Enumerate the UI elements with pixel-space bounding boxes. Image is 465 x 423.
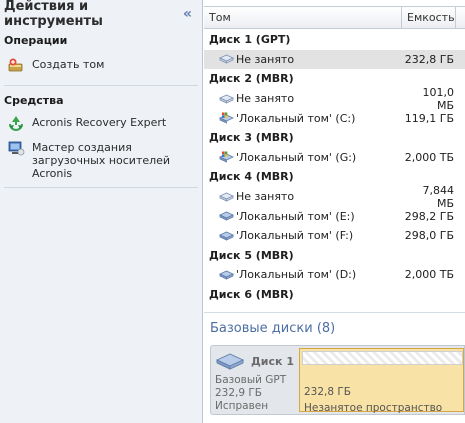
partition-label: Незанятое пространство bbox=[304, 402, 443, 414]
volume-row[interactable]: 'Локальный том' (F:) 298,0 ГБ bbox=[204, 226, 465, 246]
volume-row[interactable]: 'Локальный том' (D:) 2,000 ТБ bbox=[204, 265, 465, 285]
column-header-capacity[interactable]: Емкость bbox=[402, 7, 456, 28]
basic-disks-title: Базовые диски (8) bbox=[210, 321, 336, 336]
create-volume-icon bbox=[8, 58, 23, 72]
column-header-volume[interactable]: Том bbox=[204, 7, 402, 28]
volume-name: 'Локальный том' (F:) bbox=[236, 229, 354, 243]
volume-capacity: 2,000 ТБ bbox=[404, 150, 454, 164]
disk-map-card[interactable]: Диск 1 Базовый GPT 232,9 ГБ Исправен 232… bbox=[210, 345, 465, 415]
volume-name-cell: 'Локальный том' (E:) bbox=[219, 210, 402, 223]
operations-heading: Операции bbox=[4, 33, 68, 47]
unallocated-icon bbox=[219, 191, 234, 203]
recovery-expert-icon bbox=[9, 116, 23, 131]
volume-icon bbox=[219, 230, 234, 242]
disk-status: Исправен bbox=[215, 400, 269, 412]
volume-list[interactable]: Диск 1 (GPT) Не занято 232,8 ГБ Диск 2 (MBR… bbox=[204, 30, 465, 306]
actions-sidebar: Действия и инструменты « Операции Создат… bbox=[0, 0, 203, 423]
unallocated-icon bbox=[219, 53, 234, 65]
disk-group-header[interactable]: Диск 6 (MBR) bbox=[204, 285, 465, 305]
volume-name: 'Локальный том' (D:) bbox=[236, 268, 357, 282]
volume-icon bbox=[219, 210, 234, 222]
volume-name-cell: 'Локальный том' (G:) bbox=[219, 151, 402, 164]
recovery-expert-action[interactable]: Acronis Recovery Expert bbox=[0, 114, 202, 132]
volume-name: 'Локальный том' (C:) bbox=[236, 111, 356, 125]
bootable-media-builder-action[interactable]: Мастер создания загрузочных носителей Ac… bbox=[0, 139, 202, 180]
section-divider bbox=[204, 312, 465, 313]
volume-name-cell: Не занято bbox=[219, 92, 402, 105]
volume-name-cell: 'Локальный том' (C:) bbox=[219, 112, 402, 125]
volume-row[interactable]: 'Локальный том' (E:) 298,2 ГБ bbox=[204, 206, 465, 226]
disk-info: Диск 1 Базовый GPT 232,9 ГБ Исправен bbox=[211, 346, 299, 414]
disk-name: Диск 1 bbox=[251, 355, 294, 368]
unallocated-icon bbox=[219, 93, 234, 105]
volume-row[interactable]: Не занято 232,8 ГБ bbox=[204, 49, 465, 70]
disk-type: Базовый GPT bbox=[215, 374, 287, 386]
disk-group-header[interactable]: Диск 1 (GPT) bbox=[204, 30, 465, 50]
hard-disk-icon bbox=[215, 353, 245, 370]
volume-name-cell: 'Локальный том' (D:) bbox=[219, 268, 402, 281]
volume-name: 'Локальный том' (G:) bbox=[236, 150, 357, 164]
volume-capacity: 298,0 ГБ bbox=[404, 229, 454, 243]
volume-capacity: 2,000 ТБ bbox=[404, 268, 454, 282]
disk-size: 232,9 ГБ bbox=[215, 387, 263, 399]
bootable-media-builder-label: Мастер создания загрузочных носителей Ac… bbox=[32, 141, 171, 180]
volume-name: Не занято bbox=[236, 92, 295, 106]
volume-name: 'Локальный том' (E:) bbox=[236, 209, 355, 223]
unallocated-partition-block[interactable]: 232,8 ГБ Незанятое пространство bbox=[299, 348, 464, 414]
volume-name-cell: Не занято bbox=[219, 190, 402, 203]
create-volume-action[interactable]: Создать том bbox=[0, 56, 202, 74]
create-volume-label: Создать том bbox=[32, 58, 105, 71]
volume-row[interactable]: 'Локальный том' (G:) 2,000 ТБ bbox=[204, 148, 465, 168]
sidebar-title: Действия и инструменты bbox=[4, 0, 103, 29]
sidebar-divider bbox=[4, 187, 198, 188]
sidebar-divider bbox=[4, 85, 198, 86]
volume-row[interactable]: 'Локальный том' (C:) 119,1 ГБ bbox=[204, 108, 465, 128]
partition-size: 232,8 ГБ bbox=[304, 386, 352, 398]
volume-icon bbox=[219, 269, 234, 281]
volume-row[interactable]: Не занято 7,844 МБ bbox=[204, 184, 465, 210]
disk-group-header[interactable]: Диск 3 (MBR) bbox=[204, 128, 465, 148]
system-volume-icon bbox=[219, 112, 234, 124]
recovery-expert-label: Acronis Recovery Expert bbox=[32, 116, 167, 129]
sidebar-header: Действия и инструменты « bbox=[0, 0, 202, 29]
collapse-sidebar-button[interactable]: « bbox=[183, 6, 192, 22]
volume-name-cell: 'Локальный том' (F:) bbox=[219, 229, 402, 242]
volume-name: Не занято bbox=[236, 190, 295, 204]
volume-panel: Том Емкость Диск 1 (GPT) Не занято 232,8 Г… bbox=[204, 0, 465, 423]
volume-capacity: 298,2 ГБ bbox=[404, 209, 454, 223]
tools-heading: Средства bbox=[4, 93, 64, 107]
volume-name: Не занято bbox=[236, 52, 295, 66]
volume-row[interactable]: Не занято 101,0 МБ bbox=[204, 86, 465, 112]
partition-usage-bar bbox=[302, 351, 463, 365]
disk-group-header[interactable]: Диск 5 (MBR) bbox=[204, 246, 465, 266]
volume-capacity: 119,1 ГБ bbox=[404, 111, 454, 125]
volume-name-cell: Не занято bbox=[219, 53, 402, 66]
system-volume-icon bbox=[219, 151, 234, 163]
bootable-media-icon bbox=[8, 141, 25, 156]
volume-list-header: Том Емкость bbox=[204, 6, 465, 29]
volume-capacity: 232,8 ГБ bbox=[404, 52, 454, 66]
